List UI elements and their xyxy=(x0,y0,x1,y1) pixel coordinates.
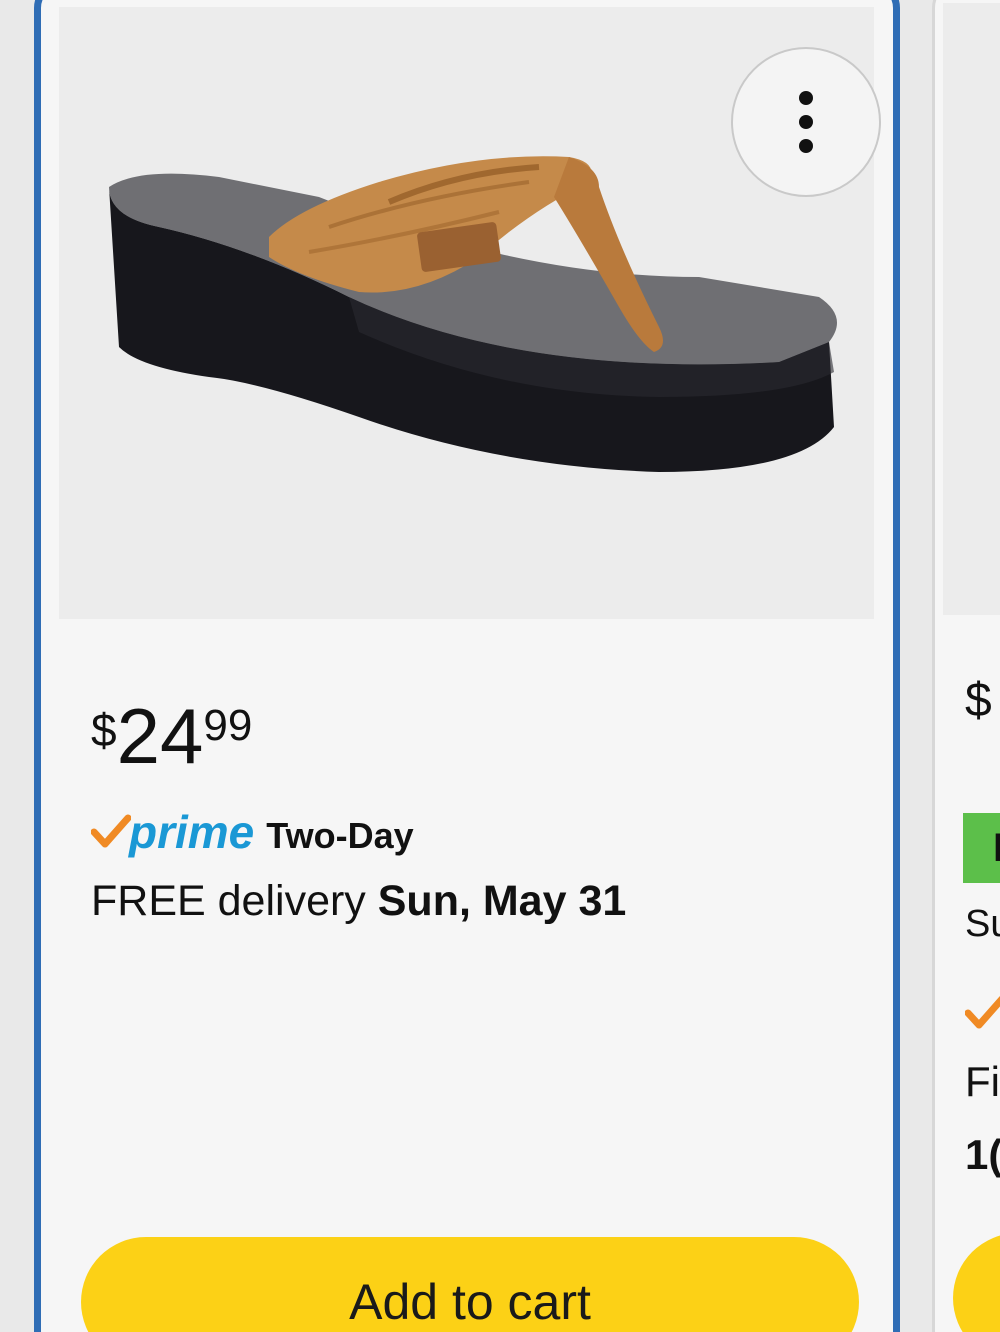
add-to-cart-button[interactable]: Add to cart xyxy=(81,1237,859,1332)
product-card[interactable]: $ 24 99 prime Two-Day FREE delivery Sun,… xyxy=(34,0,900,1332)
prime-label: prime xyxy=(129,806,255,858)
product-image[interactable] xyxy=(99,127,859,507)
next-product-card[interactable]: $ I Su Fi 1( xyxy=(932,0,1000,1332)
prime-logo: prime xyxy=(91,805,254,859)
next-product-add-to-cart-button[interactable] xyxy=(953,1233,1000,1332)
delivery-info: FREE delivery Sun, May 31 xyxy=(91,877,626,926)
prime-check-icon xyxy=(91,814,131,848)
next-product-image-area[interactable] xyxy=(943,3,1000,615)
more-options-button[interactable] xyxy=(731,47,881,197)
next-product-badge: I xyxy=(963,813,1000,883)
product-carousel: $ 24 99 prime Two-Day FREE delivery Sun,… xyxy=(0,0,1000,1332)
next-product-price: $ xyxy=(965,674,992,727)
next-product-text: Su xyxy=(965,903,1000,945)
product-image-area[interactable] xyxy=(59,7,881,619)
product-price: $ 24 99 xyxy=(91,697,252,775)
next-product-delivery: Fi xyxy=(965,1058,1000,1105)
next-product-date: 1( xyxy=(965,1131,1000,1178)
price-cents: 99 xyxy=(203,701,253,750)
shipping-speed: Two-Day xyxy=(266,815,414,856)
prime-shipping-row: prime Two-Day xyxy=(91,805,414,859)
price-currency: $ xyxy=(91,704,117,756)
prime-check-icon xyxy=(965,996,1000,1029)
more-vertical-icon-dot xyxy=(799,115,813,129)
more-vertical-icon-dot xyxy=(799,139,813,153)
delivery-prefix: FREE delivery xyxy=(91,877,366,925)
price-whole: 24 xyxy=(116,692,204,780)
more-vertical-icon xyxy=(799,91,813,105)
delivery-date: Sun, May 31 xyxy=(377,877,627,925)
